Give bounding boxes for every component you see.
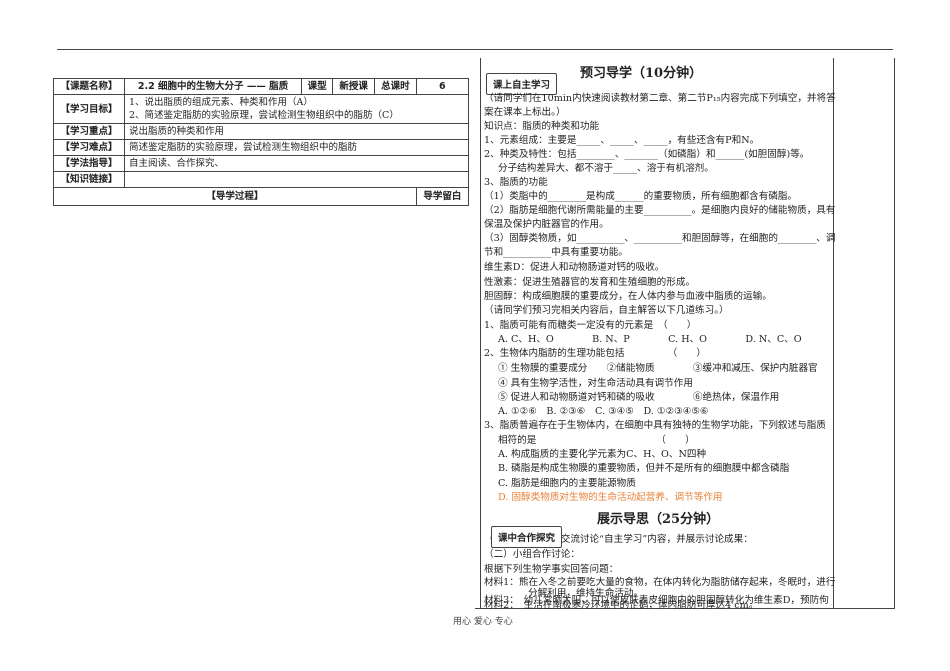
lesson-type: 新授课: [332, 78, 375, 95]
text-line: D. 固醇类物质对生物的生命活动起营养、调节等作用: [498, 492, 723, 503]
goal-item: 2、简述鉴定脂肪的实验原理，尝试检测生物组织中的脂肪（C）: [129, 110, 399, 121]
focus-label: 【学习重点】: [53, 123, 125, 140]
text-line: A. ①②⑥ B. ②③⑥ C. ③④⑤ D. ①②③④⑤⑥: [498, 406, 709, 417]
focus-value: 说出脂质的种类和作用: [124, 123, 469, 140]
section-title-display: 展示导思（25分钟）: [597, 512, 720, 527]
text-line: 材料3： 幼儿常晒太阳，可以使皮肤表皮细胞内的胆固醇转化为维生素D，预防佝: [484, 595, 829, 606]
header-rule: [57, 49, 893, 50]
text-line: C. 脂肪是细胞内的主要能源物质: [498, 478, 636, 489]
difficulty-value: 简述鉴定脂肪的实验原理，尝试检测生物组织中的脂肪: [124, 139, 469, 156]
lesson-info-table: 【课题名称】 2.2 细胞中的生物大分子 —— 脂质 课型 新授课 总课时 6 …: [53, 78, 470, 206]
link-label: 【知识链接】: [53, 171, 125, 188]
section-tag-self-study: 课上自主学习: [486, 73, 558, 95]
type-label: 课型: [301, 78, 334, 95]
section-tag-cooperation: 课中合作探究: [491, 526, 563, 548]
text-line: ④ 具有生物学活性，对生命活动具有调节作用: [498, 378, 693, 389]
text-line: （请同学们预习完相关内容后，自主解答以下几道练习。）: [484, 305, 729, 316]
text-line: 性激素：促进生殖器官的发育和生殖细胞的形成。: [484, 277, 696, 288]
text-line: （请同学们在10min内快速阅读教材第二章、第二节P₁₅内容完成下列填空，并将答: [484, 93, 836, 104]
text-line: 维生素D：促进人和动物肠道对钙的吸收。: [484, 262, 665, 273]
table-row: 【学习目标】 1、说出脂质的组成元素、种类和作用（A） 2、简述鉴定脂肪的实验原理…: [53, 94, 469, 124]
text-line: 案在课本上标出。）: [484, 107, 566, 118]
lesson-title: 2.2 细胞中的生物大分子 —— 脂质: [123, 78, 303, 95]
table-row: 【学习难点】 简述鉴定脂肪的实验原理，尝试检测生物组织中的脂肪: [53, 139, 469, 156]
lesson-hours: 6: [415, 78, 470, 95]
text-line: 保温及保护内脏器官的作用。: [484, 219, 609, 230]
text-line: 分子结构差异大、都不溶于_____、溶于有机溶剂。: [498, 163, 714, 174]
table-row: 【课题名称】 2.2 细胞中的生物大分子 —— 脂质 课型 新授课 总课时 6: [53, 78, 470, 95]
title-label: 【课题名称】: [53, 78, 125, 95]
text-line: （二）小组合作讨论：: [484, 549, 580, 560]
text-line: 相符的是 （ ）: [498, 435, 695, 446]
text-line: （3）固醇类物质，如__________、__________和胆固醇等，在细胞…: [484, 233, 836, 244]
text-line: A. 构成脂质的主要化学元素为C、H、O、N四种: [498, 449, 707, 460]
difficulty-label: 【学习难点】: [53, 139, 125, 156]
table-row: 【导学过程】 导学留白: [53, 187, 470, 206]
text-line: A. C、H、O B. N、P C. H、O D. N、C、O: [498, 334, 802, 345]
section-title-preview: 预习导学（10分钟）: [580, 66, 703, 81]
text-line: 3、脂质普遍存在于生物体内，在细胞中具有独特的生物学功能，下列叙述与脂质: [484, 420, 826, 431]
goal-item: 1、说出脂质的组成元素、种类和作用（A）: [129, 97, 313, 108]
document-page: 【课题名称】 2.2 细胞中的生物大分子 —— 脂质 课型 新授课 总课时 6 …: [0, 0, 950, 671]
text-line: 2、生物体内脂肪的生理功能包括 （ ）: [484, 348, 706, 359]
goals-cell: 1、说出脂质的组成元素、种类和作用（A） 2、简述鉴定脂肪的实验原理，尝试检测生物…: [124, 94, 469, 124]
text-line: 知识点：脂质的种类和功能: [484, 121, 600, 132]
goals-label: 【学习目标】: [53, 94, 125, 124]
text-line: （2）脂肪是细胞代谢所需能量的主要__________。是细胞内良好的储能物质，…: [484, 205, 836, 216]
notes-label: 导学留白: [415, 187, 470, 206]
text-line: B. 磷脂是构成生物膜的重要物质，但并不是所有的细胞膜中都含磷脂: [498, 463, 790, 474]
text-line: 胆固醇：构成细胞膜的重要成分，在人体内参与血液中脂质的运输。: [484, 291, 772, 302]
method-value: 自主阅读、合作探究、: [124, 155, 469, 172]
process-label: 【导学过程】: [53, 187, 417, 206]
text-line: 根据下列生物学事实回答问题：: [484, 564, 619, 575]
method-label: 【学法指导】: [53, 155, 125, 172]
text-line: （1）类脂中的________是构成______的重要物质，所有细胞都含有磷脂。: [484, 191, 798, 202]
page-footer: 用心 爱心 专心: [453, 617, 513, 627]
text-line: ⑤ 促进人和动物肠道对钙和磷的吸收 ⑥绝热体，保温作用: [498, 392, 780, 403]
table-row: 【学习重点】 说出脂质的种类和作用: [53, 123, 469, 140]
table-row: 【知识链接】: [53, 171, 469, 188]
table-row: 【学法指导】 自主阅读、合作探究、: [53, 155, 469, 172]
text-line: 3、脂质的功能: [484, 177, 548, 188]
notes-column: [832, 58, 895, 608]
text-line: 2、种类及特性：包括________、_______（如磷脂）和______(如…: [484, 149, 810, 160]
text-line: 1、脂质可能有而糖类一定没有的元素是 （ ）: [484, 320, 697, 331]
text-line: 1、元素组成：主要是_____、_____、_____，有些还含有P和N。: [484, 135, 760, 146]
hours-label: 总课时: [373, 78, 417, 95]
link-value: [124, 171, 469, 188]
text-line: ① 生物膜的重要成分 ②储能物质 ③缓冲和减压、保护内脏器官: [498, 363, 818, 374]
text-line: 节和__________中具有重要功能。: [484, 247, 628, 258]
